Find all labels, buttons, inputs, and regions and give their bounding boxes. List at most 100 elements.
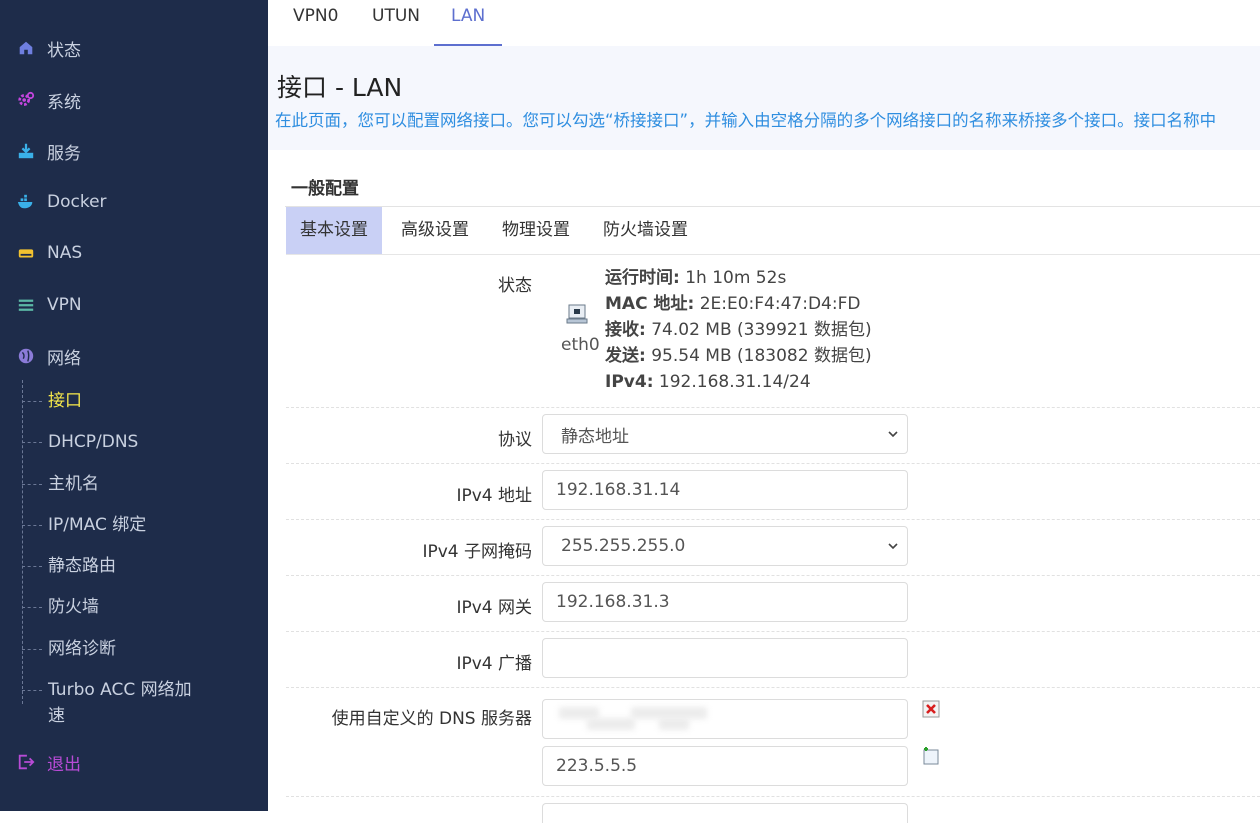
rx-value: 74.02 MB (339921 数据包) xyxy=(651,320,872,340)
protocol-label: 协议 xyxy=(498,430,532,450)
status-label: 状态 xyxy=(498,276,532,296)
sidebar-item-docker[interactable]: Docker xyxy=(16,188,107,216)
gateway-input[interactable]: 192.168.31.3 xyxy=(542,582,908,622)
tab-basic-settings[interactable]: 基本设置 xyxy=(286,207,382,254)
sidebar-subitem-ip-mac-binding[interactable]: IP/MAC 绑定 xyxy=(22,512,208,538)
page-description: 在此页面，您可以配置网络接口。您可以勾选“桥接接口”，并输入由空格分隔的多个网络… xyxy=(275,111,1217,130)
config-tabs: 基本设置 高级设置 物理设置 防火墙设置 xyxy=(286,207,1260,255)
sidebar-subitem-turbo-acc[interactable]: Turbo ACC 网络加速 xyxy=(22,677,208,729)
chevron-down-icon xyxy=(888,543,898,550)
page-header: 接口 - LAN 在此页面，您可以配置网络接口。您可以勾选“桥接接口”，并输入由… xyxy=(268,46,1260,150)
dns-server-input-2[interactable]: 223.5.5.5 xyxy=(542,746,908,786)
subitem-label: Turbo ACC 网络加速 xyxy=(48,680,192,726)
mac-label: MAC 地址: xyxy=(605,294,695,314)
protocol-select[interactable]: 静态地址 xyxy=(542,414,908,454)
sidebar: 状态 系统 服务 Docker NAS VPN 网络 接口 DHCP/DNS 主… xyxy=(0,0,268,811)
ipv4-address-row: IPv4 地址 192.168.31.14 xyxy=(286,464,1260,520)
gateway-label: IPv4 网关 xyxy=(456,598,532,618)
sidebar-subitem-hostnames[interactable]: 主机名 xyxy=(22,471,208,497)
interface-tabs: VPN0 UTUN LAN xyxy=(268,0,1260,46)
sidebar-item-label: VPN xyxy=(47,295,82,315)
sidebar-item-label: 服务 xyxy=(47,143,81,164)
netmask-select[interactable]: 255.255.255.0 xyxy=(542,526,908,566)
sidebar-item-label: 状态 xyxy=(47,40,81,61)
ipv4-address-label: IPv4 地址 xyxy=(456,486,532,506)
sidebar-item-label: 网络 xyxy=(47,348,81,369)
netmask-value: 255.255.255.0 xyxy=(561,536,686,556)
uptime-value: 1h 10m 52s xyxy=(685,268,787,288)
sidebar-item-label: NAS xyxy=(47,243,83,263)
broadcast-label: IPv4 广播 xyxy=(456,654,532,674)
partial-input[interactable] xyxy=(542,803,908,823)
section-title: 一般配置 xyxy=(291,179,359,199)
sidebar-subitem-interfaces[interactable]: 接口 xyxy=(22,388,208,414)
rx-label: 接收: xyxy=(605,320,646,340)
sidebar-subitem-static-routes[interactable]: 静态路由 xyxy=(22,553,208,579)
tx-label: 发送: xyxy=(605,346,646,366)
chevron-down-icon xyxy=(888,431,898,438)
next-row xyxy=(286,797,1260,823)
gear-icon xyxy=(16,90,36,110)
gateway-row: IPv4 网关 192.168.31.3 xyxy=(286,576,1260,632)
ipv4-address-input[interactable]: 192.168.31.14 xyxy=(542,470,908,510)
sidebar-item-system[interactable]: 系统 xyxy=(16,86,81,114)
sidebar-subitem-dhcp-dns[interactable]: DHCP/DNS xyxy=(22,429,208,455)
sidebar-item-services[interactable]: 服务 xyxy=(16,137,81,165)
uptime-label: 运行时间: xyxy=(605,268,680,288)
sidebar-item-label: Docker xyxy=(47,192,107,212)
subitem-label: DHCP/DNS xyxy=(48,432,139,452)
tx-value: 95.54 MB (183082 数据包) xyxy=(651,346,872,366)
sidebar-item-status[interactable]: 状态 xyxy=(16,34,81,62)
redacted-text xyxy=(631,707,707,719)
subitem-label: 主机名 xyxy=(48,474,99,494)
dns-server-input-1[interactable] xyxy=(542,699,908,739)
sidebar-item-vpn[interactable]: VPN xyxy=(16,291,82,319)
main-content: VPN0 UTUN LAN 接口 - LAN 在此页面，您可以配置网络接口。您可… xyxy=(268,0,1260,823)
netmask-label: IPv4 子网掩码 xyxy=(422,542,532,562)
sidebar-item-label: 系统 xyxy=(47,92,81,113)
page-title: 接口 - LAN xyxy=(277,73,403,102)
tab-advanced-settings[interactable]: 高级设置 xyxy=(401,207,469,254)
dns-row: 使用自定义的 DNS 服务器 223.5.5.5 xyxy=(286,688,1260,797)
logout-label: 退出 xyxy=(47,754,81,775)
redacted-text xyxy=(659,718,689,730)
dns-label: 使用自定义的 DNS 服务器 xyxy=(331,709,532,729)
tab-physical-settings[interactable]: 物理设置 xyxy=(502,207,570,254)
add-dns-icon[interactable] xyxy=(922,747,940,765)
sidebar-subitem-diagnostics[interactable]: 网络诊断 xyxy=(22,636,208,662)
tab-utun[interactable]: UTUN xyxy=(372,0,420,44)
redacted-text xyxy=(587,718,635,730)
sidebar-item-logout[interactable]: 退出 xyxy=(16,748,81,776)
ipv4-value: 192.168.31.14/24 xyxy=(658,372,811,392)
subitem-label: 静态路由 xyxy=(48,556,116,576)
mac-value: 2E:E0:F4:47:D4:FD xyxy=(699,294,861,314)
storage-icon xyxy=(16,243,36,263)
logout-icon xyxy=(16,752,36,772)
status-details: 运行时间: 1h 10m 52s MAC 地址: 2E:E0:F4:47:D4:… xyxy=(605,265,872,395)
download-icon xyxy=(16,141,36,161)
tab-lan[interactable]: LAN xyxy=(434,0,503,46)
list-icon xyxy=(16,295,36,315)
tab-vpn0[interactable]: VPN0 xyxy=(293,0,338,44)
ethernet-port-icon xyxy=(566,304,588,324)
sidebar-item-network[interactable]: 网络 xyxy=(16,342,81,370)
broadcast-input[interactable] xyxy=(542,638,908,678)
globe-icon xyxy=(16,346,36,366)
ipv4-label: IPv4: xyxy=(605,372,654,392)
status-row: 状态 eth0 运行时间: 1h 10m 52s MAC 地址: 2E:E0:F… xyxy=(286,255,1260,408)
tab-firewall-settings[interactable]: 防火墙设置 xyxy=(603,207,688,254)
home-icon xyxy=(16,38,36,58)
subitem-label: 接口 xyxy=(48,391,82,411)
docker-icon xyxy=(16,192,36,212)
sidebar-item-nas[interactable]: NAS xyxy=(16,239,82,267)
remove-dns-icon[interactable] xyxy=(922,700,940,718)
subitem-label: IP/MAC 绑定 xyxy=(48,515,147,535)
device-name: eth0 xyxy=(561,335,600,355)
netmask-row: IPv4 子网掩码 255.255.255.0 xyxy=(286,520,1260,576)
protocol-row: 协议 静态地址 xyxy=(286,408,1260,464)
sidebar-subitem-firewall[interactable]: 防火墙 xyxy=(22,594,208,620)
subitem-label: 防火墙 xyxy=(48,597,99,617)
protocol-value: 静态地址 xyxy=(561,426,629,447)
subitem-label: 网络诊断 xyxy=(48,639,116,659)
broadcast-row: IPv4 广播 xyxy=(286,632,1260,688)
